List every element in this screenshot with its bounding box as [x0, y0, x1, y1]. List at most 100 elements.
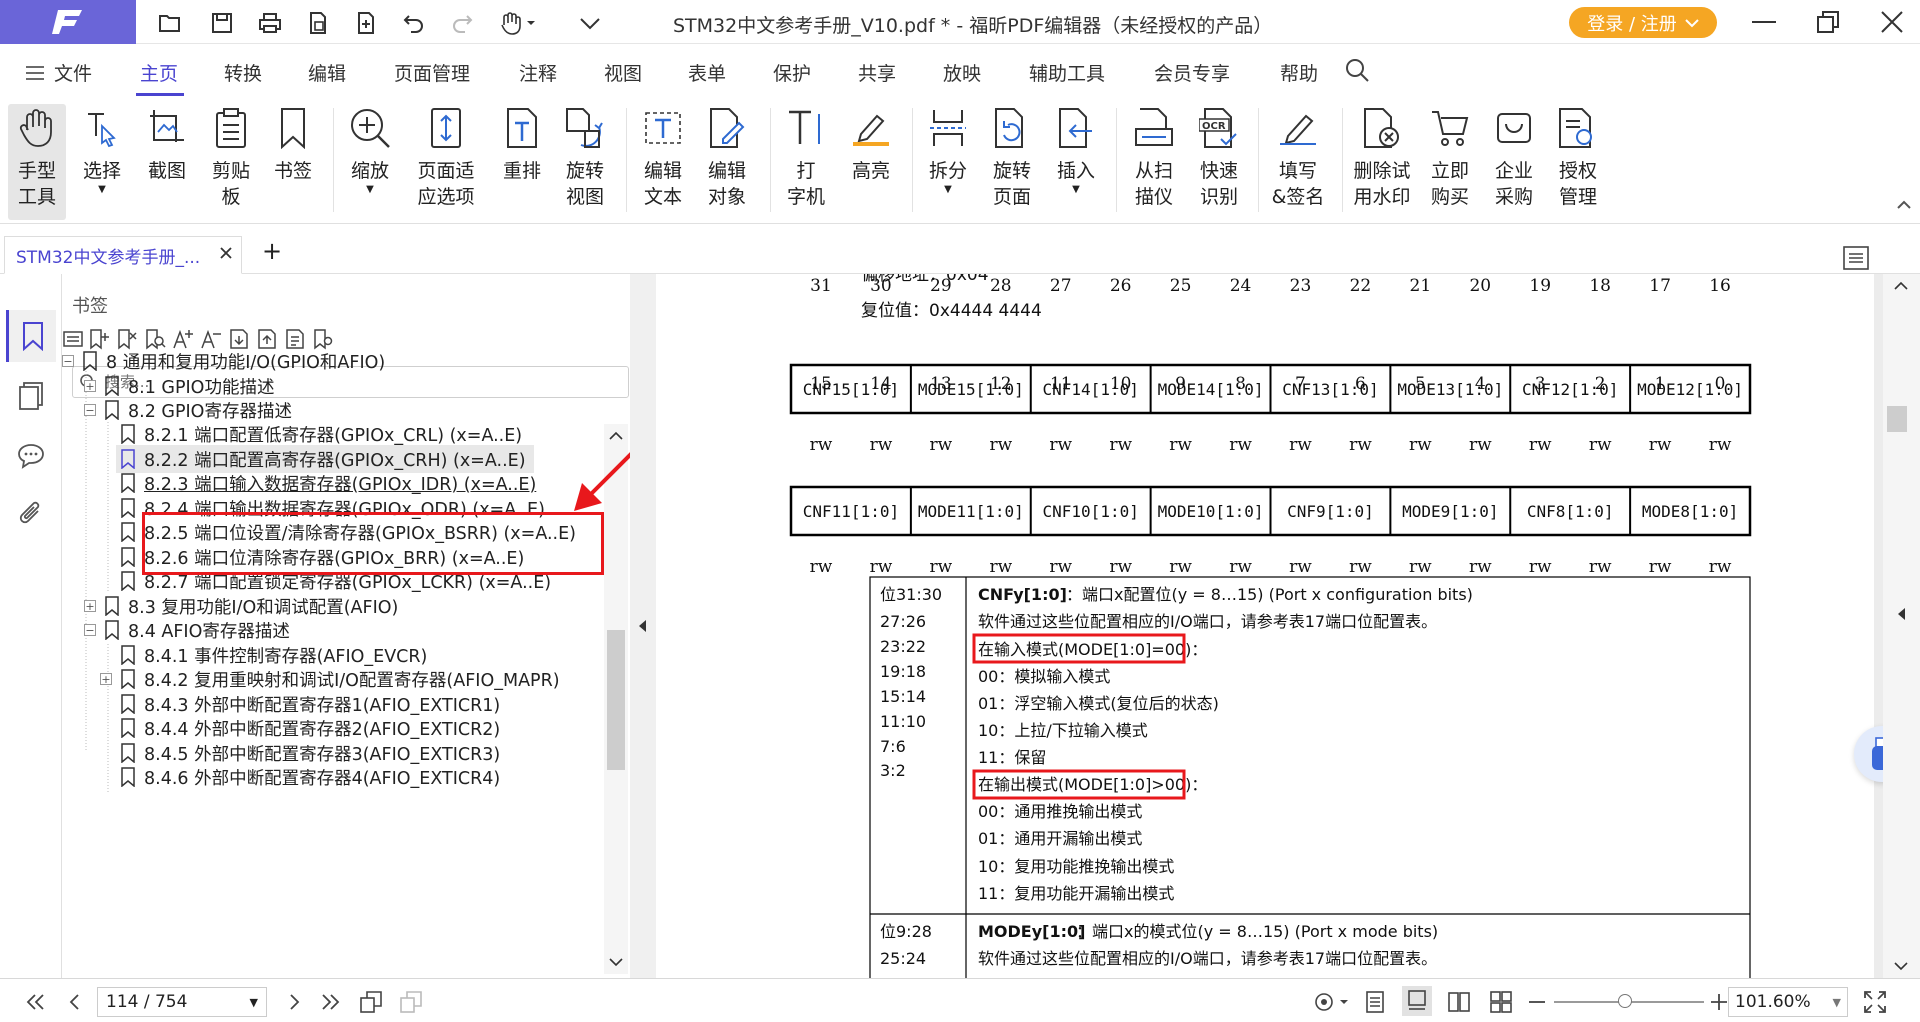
typewriter-button[interactable]: 打 字机 [782, 104, 830, 210]
menu-tools[interactable]: 辅助工具 [1029, 59, 1105, 86]
rotate-view-button[interactable]: 旋转 视图 [558, 104, 612, 210]
read-mode-icon[interactable] [1312, 989, 1352, 1015]
minimize-icon[interactable] [1748, 6, 1780, 38]
snapshot-button[interactable]: 截图 [138, 104, 196, 184]
panel-toggle-icon[interactable] [1843, 246, 1869, 270]
close-window-icon[interactable] [1876, 6, 1908, 38]
continuous-facing-icon[interactable] [1488, 989, 1514, 1015]
insert-button[interactable]: 插入 ▼ [1050, 104, 1102, 196]
zoom-level-field[interactable]: 101.60% ▼ [1728, 987, 1848, 1017]
page-number-field[interactable]: 114 / 754 ▼ [97, 987, 267, 1017]
previous-view-icon[interactable] [358, 989, 384, 1015]
fill-sign-button[interactable]: 填写 &签名 [1266, 104, 1330, 210]
menu-edit[interactable]: 编辑 [308, 59, 346, 86]
previous-page-icon[interactable] [62, 989, 88, 1015]
fit-page-button[interactable]: 页面适 应选项 [408, 104, 484, 210]
ribbon-collapse-icon[interactable] [1896, 198, 1912, 210]
bookmark-item-8-2-5[interactable]: 8.2.5 端口位设置/清除寄存器(GPIOx_BSRR) (x=A..E) [120, 518, 576, 546]
bookmark-item-8-4-2[interactable]: +8.4.2 复用重映射和调试I/O配置寄存器(AFIO_MAPR) [100, 665, 560, 693]
bookmark-item-8-4[interactable]: − 8.4 AFIO寄存器描述 [84, 616, 290, 644]
bookmark-item-8-2-1[interactable]: 8.2.1 端口配置低寄存器(GPIOx_CRL) (x=A..E) [120, 420, 522, 448]
last-page-icon[interactable] [318, 989, 344, 1015]
menu-present[interactable]: 放映 [943, 59, 981, 86]
ocr-button[interactable]: OCR 快速 识别 [1192, 104, 1246, 210]
first-page-icon[interactable] [22, 989, 48, 1015]
expand-right-panel-icon[interactable] [1883, 604, 1920, 624]
comments-icon[interactable] [13, 438, 49, 474]
buy-now-button[interactable]: 立即 购买 [1424, 104, 1476, 210]
scroll-down-icon[interactable] [1883, 956, 1920, 976]
next-view-icon[interactable] [398, 989, 424, 1015]
search-icon[interactable] [1344, 57, 1370, 83]
continuous-page-icon[interactable] [1402, 986, 1432, 1016]
bookmark-item-8-2-3[interactable]: 8.2.3 端口输入数据寄存器(GPIOx_IDR) (x=A..E) [120, 469, 536, 497]
restore-icon[interactable] [1812, 6, 1844, 38]
fullscreen-icon[interactable] [1862, 989, 1888, 1015]
customize-dropdown-icon[interactable] [576, 9, 604, 37]
document-scrollbar[interactable] [1883, 274, 1920, 978]
license-manage-button[interactable]: 授权 管理 [1552, 104, 1604, 210]
collapse-toggle[interactable]: − [84, 404, 96, 416]
open-file-icon[interactable] [156, 9, 184, 37]
scroll-up-icon[interactable] [1883, 276, 1920, 296]
bookmark-item-8[interactable]: − 8 通用和复用功能I/O(GPIO和AFIO) [62, 347, 385, 375]
hand-tool-button[interactable]: 手型 工具 [8, 104, 66, 220]
menu-view[interactable]: 视图 [604, 59, 642, 86]
login-button[interactable]: 登录 / 注册 [1569, 7, 1717, 38]
scrollbar-thumb[interactable] [607, 630, 625, 770]
remove-watermark-button[interactable]: 删除试 用水印 [1352, 104, 1412, 210]
zoom-button[interactable]: 缩放 ▼ [344, 104, 396, 196]
collapse-toggle[interactable]: − [84, 624, 96, 636]
reflow-button[interactable]: 重排 [496, 104, 548, 184]
document-view[interactable]: 偏移地址：0x04 复位值：0x4444 4444 31 30 29 28 27 26 25… [656, 274, 1883, 978]
menu-protect[interactable]: 保护 [773, 59, 811, 86]
edit-object-button[interactable]: 编辑 对象 [698, 104, 756, 210]
zoom-slider-thumb[interactable] [1618, 994, 1632, 1008]
expand-toggle[interactable]: + [84, 600, 96, 612]
scroll-down-icon[interactable] [604, 952, 628, 972]
menu-share[interactable]: 共享 [858, 59, 896, 86]
save-icon[interactable] [208, 9, 236, 37]
menu-comment[interactable]: 注释 [519, 59, 557, 86]
bookmark-item-8-4-6[interactable]: 8.4.6 外部中断配置寄存器4(AFIO_EXTICR4) [120, 763, 500, 791]
from-scanner-button[interactable]: 从扫 描仪 [1126, 104, 1182, 210]
create-doc-icon[interactable] [352, 9, 380, 37]
enterprise-purchase-button[interactable]: 企业 采购 [1488, 104, 1540, 210]
single-page-icon[interactable] [1362, 989, 1388, 1015]
attachment-icon[interactable] [13, 496, 49, 532]
bookmark-item-8-4-4[interactable]: 8.4.4 外部中断配置寄存器2(AFIO_EXTICR2) [120, 714, 500, 742]
menu-member[interactable]: 会员专享 [1154, 59, 1230, 86]
hand-dropdown-icon[interactable] [496, 9, 540, 37]
menu-convert[interactable]: 转换 [224, 59, 262, 86]
facing-page-icon[interactable] [1446, 989, 1472, 1015]
menu-form[interactable]: 表单 [688, 59, 726, 86]
bookmark-button[interactable]: 书签 [266, 104, 320, 184]
menu-page-manage[interactable]: 页面管理 [394, 59, 470, 86]
redo-icon[interactable] [448, 9, 476, 37]
rotate-page-button[interactable]: 旋转 页面 [986, 104, 1038, 210]
edit-text-button[interactable]: 编辑 文本 [636, 104, 690, 210]
menu-file[interactable]: 文件 [26, 59, 92, 86]
collapse-panel-handle[interactable] [630, 274, 656, 978]
highlight-button[interactable]: 高亮 [846, 104, 896, 184]
clipboard-button[interactable]: 剪贴 板 [204, 104, 258, 210]
thumbnails-icon[interactable] [13, 378, 49, 414]
bookmark-item-8-2-7[interactable]: 8.2.7 端口配置锁定寄存器(GPIOx_LCKR) (x=A..E) [120, 567, 551, 595]
split-button[interactable]: 拆分 ▼ [922, 104, 974, 196]
zoom-out-icon[interactable] [1524, 989, 1550, 1015]
close-tab-icon[interactable] [219, 246, 233, 260]
expand-toggle[interactable]: + [84, 380, 96, 392]
new-doc-icon[interactable] [304, 9, 332, 37]
undo-icon[interactable] [400, 9, 428, 37]
menu-home[interactable]: 主页 [140, 59, 178, 86]
bookmark-panel-icon[interactable] [6, 310, 56, 362]
menu-help[interactable]: 帮助 [1280, 59, 1318, 86]
collapse-toggle[interactable]: − [62, 355, 74, 367]
next-page-icon[interactable] [281, 989, 307, 1015]
select-tool-button[interactable]: 选择 ▼ [72, 104, 132, 196]
new-tab-button[interactable]: + [262, 237, 282, 265]
app-logo[interactable] [0, 0, 136, 44]
document-tab[interactable]: STM32中文参考手册_... [4, 236, 242, 274]
expand-toggle[interactable]: + [100, 673, 112, 685]
scrollbar-thumb[interactable] [1887, 406, 1907, 432]
